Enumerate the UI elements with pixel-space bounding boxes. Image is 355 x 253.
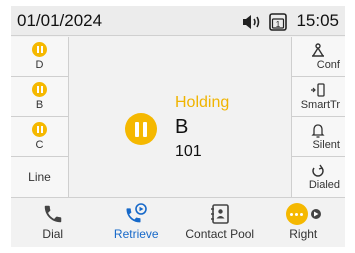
line-status-icon: 1 (269, 13, 287, 31)
conf-key[interactable]: Conf (291, 37, 345, 77)
hold-status-icon (125, 113, 157, 145)
smart-transfer-label: SmartTr (300, 98, 340, 111)
retrieve-icon (124, 202, 148, 226)
more-icon (285, 202, 321, 226)
call-state: Holding (175, 94, 230, 111)
line-key-label: D (35, 59, 44, 71)
phone-screen: 01/01/2024 1 15:05 D B C Line Holding B … (11, 6, 345, 247)
conf-label: Conf (316, 58, 340, 71)
line-status-number: 1 (276, 20, 281, 29)
speaker-volume-icon (243, 15, 263, 29)
contact-pool-label: Contact Pool (185, 227, 255, 241)
hold-icon (32, 82, 47, 97)
dial-label: Dial (42, 227, 64, 241)
call-panel: Holding B 101 (69, 37, 291, 197)
status-bar: 01/01/2024 1 15:05 (11, 6, 345, 36)
status-icons: 1 (243, 13, 287, 31)
silent-label: Silent (312, 138, 340, 151)
line-key-b[interactable]: B (11, 77, 69, 117)
contact-book-icon (209, 202, 231, 226)
status-time: 15:05 (296, 11, 339, 30)
redial-icon (296, 163, 340, 179)
right-function-keys: Conf SmartTr Silent Dialed (291, 37, 345, 197)
phone-icon (42, 202, 64, 226)
hold-icon (32, 122, 47, 137)
retrieve-softkey[interactable]: Retrieve (95, 198, 179, 247)
smart-transfer-icon (296, 82, 340, 99)
status-date: 01/01/2024 (17, 11, 103, 30)
contact-pool-softkey[interactable]: Contact Pool (178, 198, 262, 247)
silent-key[interactable]: Silent (291, 117, 345, 157)
line-key-label: B (35, 99, 44, 111)
hold-icon (32, 42, 47, 57)
right-softkey[interactable]: Right (262, 198, 346, 247)
line-key-label: Line (28, 170, 51, 184)
line-key-label: C (35, 139, 44, 151)
left-line-keys: D B C Line (11, 37, 69, 197)
bell-icon (296, 123, 340, 139)
dial-softkey[interactable]: Dial (11, 198, 95, 247)
line-key-c[interactable]: C (11, 117, 69, 157)
line-key-d[interactable]: D (11, 37, 69, 77)
caller-number: 101 (175, 143, 202, 160)
line-key-line[interactable]: Line (11, 157, 69, 197)
smart-transfer-key[interactable]: SmartTr (291, 77, 345, 117)
right-label: Right (289, 227, 318, 241)
caller-name: B (175, 116, 189, 138)
retrieve-label: Retrieve (113, 227, 159, 241)
conference-icon (296, 42, 340, 59)
dialed-label: Dialed (308, 179, 340, 191)
softkey-bar: Dial Retrieve Contact Pool Right (11, 197, 345, 247)
dialed-key[interactable]: Dialed (291, 157, 345, 197)
